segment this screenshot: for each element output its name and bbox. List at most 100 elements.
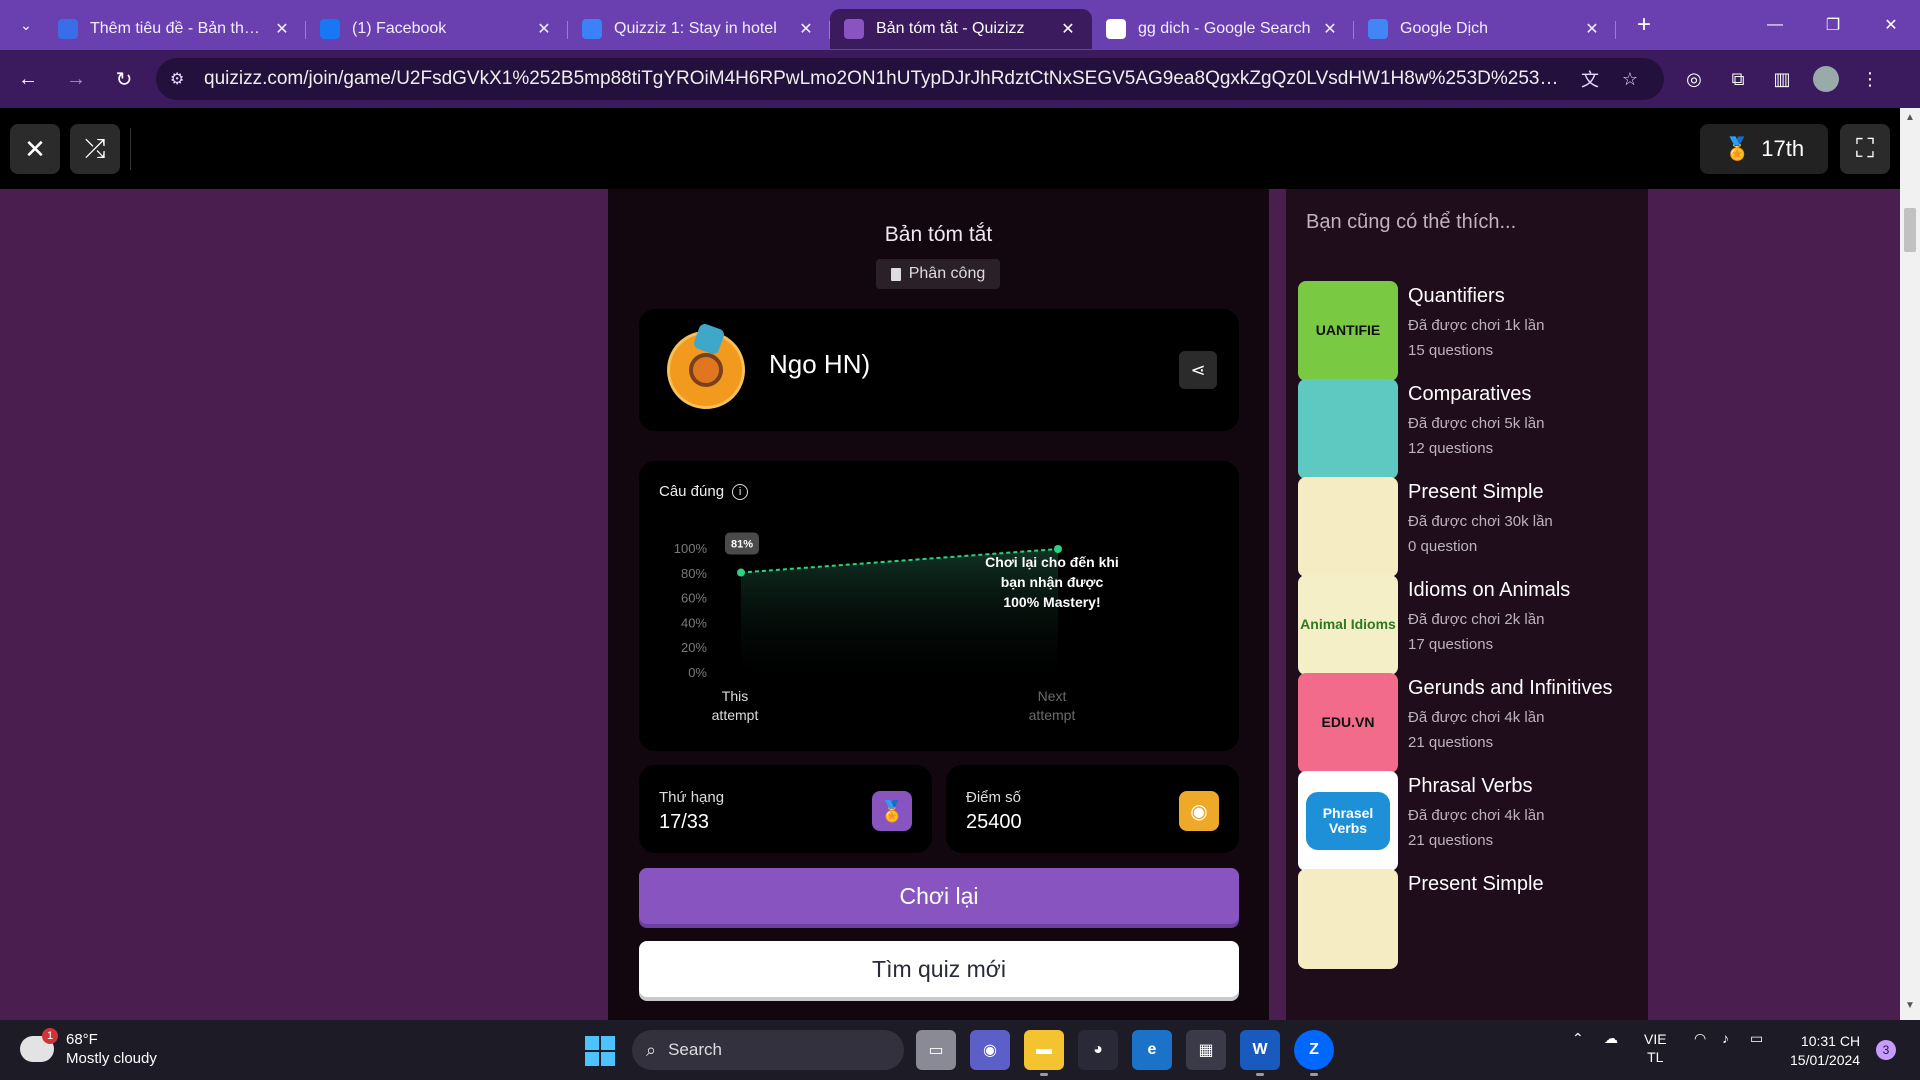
quiz-thumbnail [1298, 869, 1398, 969]
forward-button[interactable]: → [56, 59, 96, 99]
close-tab-icon[interactable]: ✕ [1058, 19, 1078, 39]
avatar-hat [692, 322, 726, 356]
chart-annotation: 100% Mastery! [1003, 594, 1100, 610]
fullscreen-button[interactable]: ⛶ [1840, 124, 1890, 174]
bookmark-star-icon[interactable]: ☆ [1610, 69, 1650, 90]
y-tick-label: 20% [681, 640, 707, 655]
scroll-up-arrow-icon[interactable]: ▲ [1900, 112, 1920, 128]
y-tick-label: 40% [681, 615, 707, 630]
rank-pill[interactable]: 🏅 17th [1700, 124, 1828, 174]
browser-tab[interactable]: Bản tóm tắt - Quizizz ✕ [830, 9, 1092, 49]
thumbnail-text: Phrasel Verbs [1306, 791, 1390, 851]
translate-icon[interactable]: 文 [1570, 66, 1610, 92]
page-scrollbar[interactable]: ▲ ▼ [1900, 108, 1920, 1020]
restore-button[interactable]: ❐ [1804, 0, 1862, 50]
browser-tab[interactable]: gg dich - Google Search ✕ [1092, 9, 1354, 49]
wifi-icon[interactable]: ◠ [1694, 1030, 1706, 1047]
language-bottom: TL [1647, 1049, 1664, 1065]
back-button[interactable]: ← [8, 59, 48, 99]
close-tab-icon[interactable]: ✕ [796, 19, 816, 39]
battery-icon[interactable]: ▭ [1750, 1030, 1763, 1047]
translate-icon [1368, 19, 1388, 39]
quiz-thumbnail: EDU.VN [1298, 673, 1398, 773]
taskbar-search[interactable]: ⌕ Search [632, 1030, 904, 1070]
browser-tab-strip: ⌄ Thêm tiêu đề - Bản thuyết ✕ (1) Facebook… [0, 0, 1920, 50]
address-bar[interactable]: ⚙ quizizz.com/join/game/U2FsdGVkX1%252B5… [156, 58, 1664, 100]
onedrive-icon[interactable]: ☁ [1604, 1030, 1618, 1047]
browser-tab[interactable]: Thêm tiêu đề - Bản thuyết ✕ [44, 9, 306, 49]
find-new-quiz-button[interactable]: Tìm quiz mới [639, 941, 1239, 997]
tab-title: Quizziz 1: Stay in hotel [614, 20, 777, 37]
notification-badge[interactable]: 3 [1876, 1040, 1896, 1060]
recommendation-item[interactable]: Comparatives Đã được chơi 5k lần 12 questi… [1298, 379, 1638, 479]
chart-annotation: Chơi lại cho đến khi [985, 554, 1119, 570]
weather-widget[interactable]: 1 68°F Mostly cloudy [20, 1028, 157, 1068]
recommendation-item[interactable]: EDU.VN Gerunds and Infinitives Đã được chơ… [1298, 673, 1638, 773]
store-icon[interactable]: ▦ [1186, 1030, 1226, 1070]
recommendation-item[interactable]: Present Simple Đã được chơi 30k lần 0 ques… [1298, 477, 1638, 577]
y-tick-label: 60% [681, 591, 707, 606]
score-stat-card: Điểm số 25400 ◉ [946, 765, 1239, 853]
recommendations-title: Bạn cũng có thể thích... [1306, 211, 1517, 233]
shuffle-button[interactable]: ⤮ [70, 124, 120, 174]
zalo-icon[interactable]: Z [1294, 1030, 1334, 1076]
minimize-button[interactable]: — [1746, 0, 1804, 50]
side-panel-icon[interactable]: ▥ [1760, 57, 1804, 101]
thumbnail-text: EDU.VN [1321, 714, 1375, 731]
tab-search-button[interactable]: ⌄ [8, 7, 44, 43]
clock[interactable]: 10:31 CH 15/01/2024 [1790, 1032, 1860, 1070]
browser-tab[interactable]: Quizziz 1: Stay in hotel ✕ [568, 9, 830, 49]
exit-button[interactable]: ✕ [10, 124, 60, 174]
weather-temp: 68°F [66, 1031, 98, 1048]
browser-tab[interactable]: Google Dịch ✕ [1354, 9, 1616, 49]
teams-icon[interactable]: ◉ [970, 1030, 1010, 1070]
new-tab-button[interactable]: + [1626, 7, 1662, 43]
quiz-thumbnail: UANTIFIE [1298, 281, 1398, 381]
word-icon[interactable]: W [1240, 1030, 1280, 1076]
start-button[interactable] [585, 1036, 615, 1066]
language-indicator[interactable]: VIE TL [1644, 1030, 1667, 1066]
profile-avatar[interactable] [1813, 66, 1839, 92]
url-text[interactable]: quizizz.com/join/game/U2FsdGVkX1%252B5mp… [204, 68, 1570, 90]
edge-icon[interactable]: e [1132, 1030, 1172, 1070]
chrome-icon[interactable]: ◕ [1078, 1030, 1118, 1070]
medal-icon: 🏅 [872, 791, 912, 831]
task-view-icon[interactable]: ▭ [916, 1030, 956, 1070]
thumbnail-text: UANTIFIE [1315, 322, 1381, 339]
arrow-left-icon: ← [18, 67, 38, 90]
menu-kebab-icon[interactable]: ⋮ [1848, 57, 1892, 101]
slides-icon [58, 19, 78, 39]
close-tab-icon[interactable]: ✕ [534, 19, 554, 39]
site-info-icon[interactable]: ⚙ [170, 69, 194, 89]
x-category-label: Next attempt [1029, 688, 1076, 723]
close-tab-icon[interactable]: ✕ [272, 19, 292, 39]
quiz-thumbnail: Animal Idioms [1298, 575, 1398, 675]
scroll-down-arrow-icon[interactable]: ▼ [1900, 1000, 1920, 1016]
scrollbar-thumb[interactable] [1904, 208, 1916, 252]
arrow-right-icon: → [66, 67, 86, 90]
recommendation-title: Comparatives [1408, 383, 1532, 405]
recommendation-item[interactable]: UANTIFIE Quantifiers Đã được chơi 1k lần 15… [1298, 281, 1638, 381]
performance-icon[interactable]: ◎ [1672, 57, 1716, 101]
volume-icon[interactable]: ♪ [1722, 1030, 1729, 1046]
close-window-button[interactable]: ✕ [1862, 0, 1920, 50]
file-explorer-icon[interactable]: ▬ [1024, 1030, 1064, 1076]
tab-list: Thêm tiêu đề - Bản thuyết ✕ (1) Facebook ✕ Q… [44, 1, 1616, 49]
reload-button[interactable]: ↻ [104, 59, 144, 99]
close-tab-icon[interactable]: ✕ [1582, 19, 1602, 39]
share-icon: ⋖ [1190, 359, 1206, 380]
play-again-button[interactable]: Chơi lại [639, 868, 1239, 924]
recommendation-item[interactable]: Phrasel Verbs Phrasal Verbs Đã được chơi 4… [1298, 771, 1638, 871]
share-button[interactable]: ⋖ [1179, 351, 1217, 389]
chevron-up-icon[interactable]: ⌃ [1572, 1030, 1584, 1047]
rank-pill-text: 17th [1761, 136, 1805, 161]
close-tab-icon[interactable]: ✕ [1320, 19, 1340, 39]
recommendation-title: Present Simple [1408, 481, 1544, 503]
recommendation-item[interactable]: Animal Idioms Idioms on Animals Đã được ch… [1298, 575, 1638, 675]
extensions-icon[interactable]: ⧉ [1716, 57, 1760, 101]
plus-icon: + [1636, 11, 1651, 38]
recommendation-plays: Đã được chơi 4k lần [1408, 807, 1545, 824]
accuracy-chart-card: Câu đúng i 100% 80% 60% 40% 20% 0% 81% Chơi lại… [639, 461, 1239, 751]
recommendation-item[interactable]: Present Simple [1298, 869, 1638, 969]
browser-tab[interactable]: (1) Facebook ✕ [306, 9, 568, 49]
